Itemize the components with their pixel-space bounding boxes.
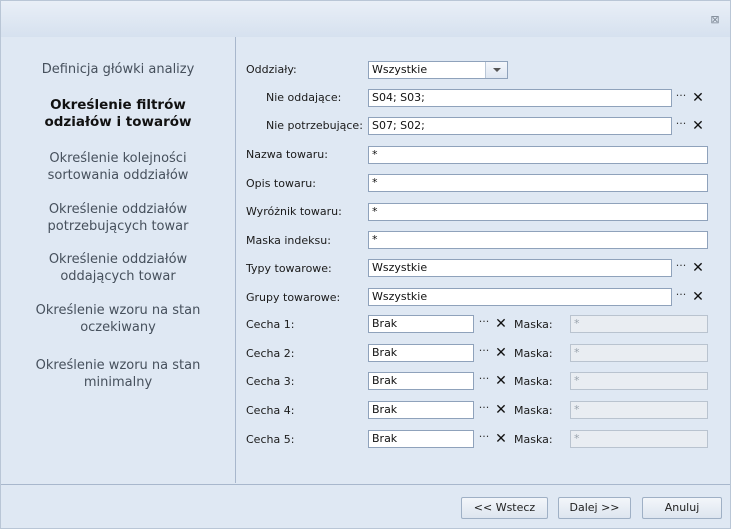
- feature-label: Cecha 5:: [246, 433, 295, 446]
- browse-icon[interactable]: ···: [673, 90, 689, 106]
- feature-field[interactable]: Brak: [368, 372, 474, 390]
- product-name-label: Nazwa towaru:: [246, 148, 328, 161]
- product-types-label: Typy towarowe:: [246, 262, 332, 275]
- feature-label: Cecha 2:: [246, 347, 295, 360]
- feature-label: Cecha 4:: [246, 404, 295, 417]
- product-name-field[interactable]: *: [368, 146, 708, 164]
- clear-icon[interactable]: ✕: [691, 260, 705, 276]
- branches-select-value: Wszystkie: [372, 63, 428, 76]
- mask-label: Maska:: [514, 433, 553, 446]
- feature-field[interactable]: Brak: [368, 344, 474, 362]
- feature-mask-field[interactable]: *: [570, 430, 708, 448]
- mask-label: Maska:: [514, 318, 553, 331]
- step-filters[interactable]: Określenie filtrów odziałów i towarów: [1, 97, 235, 131]
- not-giving-field[interactable]: S04; S03;: [368, 89, 672, 107]
- feature-field[interactable]: Brak: [368, 315, 474, 333]
- close-icon[interactable]: ⊠: [708, 13, 722, 27]
- next-button[interactable]: Dalej >>: [558, 497, 631, 519]
- clear-icon[interactable]: ✕: [691, 90, 705, 106]
- step-minimal-stock[interactable]: Określenie wzoru na stan minimalny: [1, 357, 235, 391]
- form-panel: Oddziały: Wszystkie Nie oddające: S04; S…: [236, 37, 730, 483]
- index-mask-field[interactable]: *: [368, 231, 708, 249]
- mask-label: Maska:: [514, 347, 553, 360]
- browse-icon[interactable]: ···: [476, 373, 492, 389]
- step-expected-stock[interactable]: Określenie wzoru na stan oczekiwany: [1, 302, 235, 336]
- feature-mask-field[interactable]: *: [570, 315, 708, 333]
- feature-label: Cecha 3:: [246, 375, 295, 388]
- browse-icon[interactable]: ···: [476, 431, 492, 447]
- browse-icon[interactable]: ···: [673, 260, 689, 276]
- clear-icon[interactable]: ✕: [691, 289, 705, 305]
- clear-icon[interactable]: ✕: [494, 345, 508, 361]
- wizard-window: ⊠ Definicja główki analizy Określenie fi…: [0, 0, 731, 529]
- cancel-button[interactable]: Anuluj: [642, 497, 722, 519]
- branches-select[interactable]: Wszystkie: [368, 61, 508, 79]
- product-tag-field[interactable]: *: [368, 203, 708, 221]
- browse-icon[interactable]: ···: [476, 316, 492, 332]
- step-giving-branches[interactable]: Określenie oddziałów oddających towar: [1, 251, 235, 285]
- not-needing-label: Nie potrzebujące:: [266, 119, 363, 132]
- clear-icon[interactable]: ✕: [494, 373, 508, 389]
- browse-icon[interactable]: ···: [476, 402, 492, 418]
- browse-icon[interactable]: ···: [476, 345, 492, 361]
- product-desc-field[interactable]: *: [368, 174, 708, 192]
- clear-icon[interactable]: ✕: [494, 402, 508, 418]
- steps-panel: Definicja główki analizy Określenie filt…: [1, 37, 236, 483]
- product-groups-label: Grupy towarowe:: [246, 291, 341, 304]
- product-desc-label: Opis towaru:: [246, 177, 316, 190]
- product-tag-label: Wyróżnik towaru:: [246, 205, 342, 218]
- feature-field[interactable]: Brak: [368, 401, 474, 419]
- product-groups-field[interactable]: Wszystkie: [368, 288, 672, 306]
- clear-icon[interactable]: ✕: [494, 431, 508, 447]
- chevron-down-icon[interactable]: [485, 62, 507, 78]
- clear-icon[interactable]: ✕: [691, 118, 705, 134]
- clear-icon[interactable]: ✕: [494, 316, 508, 332]
- footer-bar: << Wstecz Dalej >> Anuluj: [1, 484, 730, 529]
- mask-label: Maska:: [514, 375, 553, 388]
- mask-label: Maska:: [514, 404, 553, 417]
- not-giving-label: Nie oddające:: [266, 91, 342, 104]
- feature-mask-field[interactable]: *: [570, 401, 708, 419]
- feature-field[interactable]: Brak: [368, 430, 474, 448]
- step-needing-branches[interactable]: Określenie oddziałów potrzebujących towa…: [1, 201, 235, 235]
- product-types-field[interactable]: Wszystkie: [368, 259, 672, 277]
- browse-icon[interactable]: ···: [673, 289, 689, 305]
- step-sort-order[interactable]: Określenie kolejności sortowania oddział…: [1, 150, 235, 184]
- back-button[interactable]: << Wstecz: [461, 497, 548, 519]
- branches-label: Oddziały:: [246, 63, 297, 76]
- title-bar: ⊠: [1, 1, 730, 37]
- not-needing-field[interactable]: S07; S02;: [368, 117, 672, 135]
- index-mask-label: Maska indeksu:: [246, 234, 331, 247]
- step-header-definition[interactable]: Definicja główki analizy: [1, 61, 235, 78]
- feature-mask-field[interactable]: *: [570, 344, 708, 362]
- feature-label: Cecha 1:: [246, 318, 295, 331]
- browse-icon[interactable]: ···: [673, 118, 689, 134]
- feature-mask-field[interactable]: *: [570, 372, 708, 390]
